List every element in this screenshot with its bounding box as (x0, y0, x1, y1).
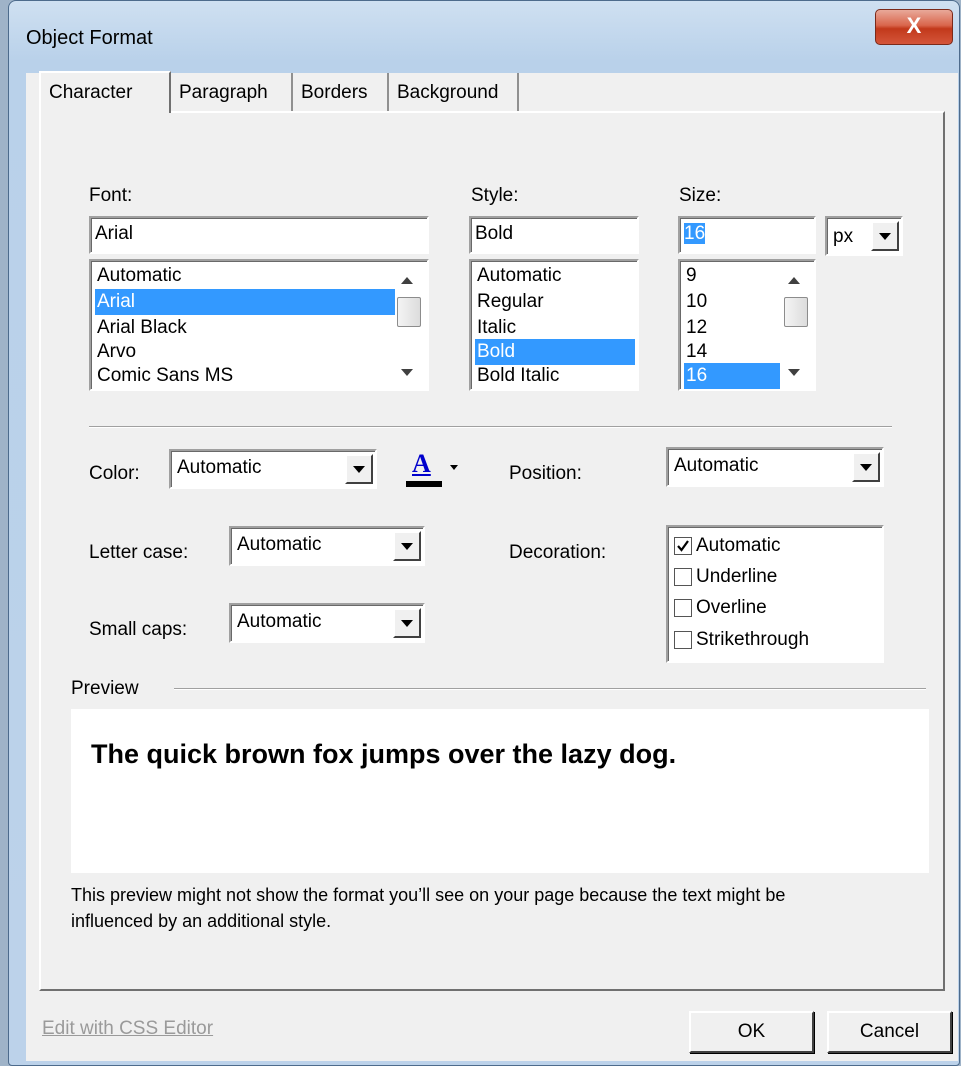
size-input-value: 16 (684, 223, 706, 244)
tab-character[interactable]: Character (39, 71, 171, 113)
position-select[interactable]: Automatic (666, 447, 884, 487)
size-unit-value: px (833, 226, 854, 247)
size-label: Size: (679, 185, 722, 206)
tab-borders[interactable]: Borders (293, 73, 389, 111)
preview-sample-text: The quick brown fox jumps over the lazy … (91, 739, 677, 769)
checkbox-unchecked[interactable] (674, 568, 692, 586)
title-bar[interactable]: Object Format X (9, 1, 959, 73)
style-option[interactable]: Regular (475, 289, 635, 315)
font-color-button[interactable]: A (396, 449, 464, 489)
small-caps-value: Automatic (237, 611, 322, 632)
window-title: Object Format (26, 27, 153, 49)
dialog-window: Object Format X Character Paragraph Bord… (8, 0, 960, 1066)
close-button[interactable]: X (875, 9, 953, 45)
scroll-thumb[interactable] (397, 297, 421, 327)
small-caps-label: Small caps: (89, 619, 188, 640)
ok-button[interactable]: OK (689, 1011, 814, 1053)
decoration-option-label: Underline (696, 566, 778, 587)
decoration-option-label: Overline (696, 597, 767, 618)
preview-divider (174, 688, 926, 690)
decoration-option-automatic[interactable]: Automatic (668, 531, 878, 561)
position-value: Automatic (674, 455, 759, 476)
decoration-option-underline[interactable]: Underline (668, 562, 878, 592)
size-option[interactable]: 10 (684, 289, 780, 315)
position-label: Position: (509, 463, 582, 484)
size-option[interactable]: 14 (684, 339, 780, 365)
font-listbox[interactable]: Automatic Arial Arial Black Arvo Comic S… (89, 259, 429, 391)
decoration-option-label: Strikethrough (696, 629, 810, 650)
style-option[interactable]: Italic (475, 315, 635, 341)
small-caps-select[interactable]: Automatic (229, 603, 425, 643)
color-label: Color: (89, 463, 140, 484)
font-option[interactable]: Comic Sans MS (95, 363, 395, 389)
style-option-selected[interactable]: Bold (475, 339, 635, 365)
close-icon: X (906, 13, 922, 38)
size-unit-select[interactable]: px (825, 216, 903, 256)
letter-case-label: Letter case: (89, 542, 189, 563)
chevron-down-icon (401, 543, 413, 550)
color-dropdown-button[interactable] (345, 454, 373, 484)
size-listbox[interactable]: 9 10 12 14 16 (678, 259, 816, 391)
style-label: Style: (471, 185, 519, 206)
decoration-option-overline[interactable]: Overline (668, 593, 878, 623)
checkbox-checked[interactable] (674, 537, 692, 555)
decoration-checklist[interactable]: Automatic Underline Overline Strikethrou… (666, 525, 884, 663)
section-divider (89, 426, 892, 428)
decoration-option-strikethrough[interactable]: Strikethrough (668, 625, 878, 655)
chevron-down-icon (860, 464, 872, 471)
decoration-label: Decoration: (509, 542, 607, 563)
decoration-option-label: Automatic (696, 535, 781, 556)
letter-case-dropdown-button[interactable] (393, 531, 421, 561)
size-option-selected[interactable]: 16 (684, 363, 780, 389)
size-option[interactable]: 12 (684, 315, 780, 341)
style-option[interactable]: Automatic (475, 263, 635, 289)
font-list-scrollbar[interactable] (393, 263, 425, 387)
dialog-client-area: Character Paragraph Borders Background F… (26, 71, 958, 1061)
size-list-scrollbar[interactable] (780, 263, 812, 387)
letter-case-select[interactable]: Automatic (229, 526, 425, 566)
tab-strip: Character Paragraph Borders Background (39, 71, 639, 113)
scroll-down-icon[interactable] (788, 369, 800, 376)
size-input[interactable]: 16 (678, 216, 816, 254)
checkbox-unchecked[interactable] (674, 599, 692, 617)
chevron-down-icon (401, 620, 413, 627)
size-unit-dropdown-button[interactable] (871, 221, 899, 251)
style-listbox[interactable]: Automatic Regular Italic Bold Bold Itali… (469, 259, 639, 391)
chevron-down-icon (879, 233, 891, 240)
chevron-down-icon (353, 466, 365, 473)
font-option[interactable]: Arial Black (95, 315, 395, 341)
scroll-up-icon[interactable] (788, 277, 800, 284)
check-icon (677, 540, 689, 552)
style-option[interactable]: Bold Italic (475, 363, 635, 389)
checkbox-unchecked[interactable] (674, 631, 692, 649)
preview-label: Preview (71, 678, 139, 699)
scroll-thumb[interactable] (784, 297, 808, 327)
small-caps-dropdown-button[interactable] (393, 608, 421, 638)
size-option[interactable]: 9 (684, 263, 780, 289)
font-option[interactable]: Arvo (95, 339, 395, 365)
preview-note-line1: This preview might not show the format y… (71, 885, 786, 905)
font-input[interactable]: Arial (89, 216, 429, 254)
font-color-icon: A (412, 449, 431, 478)
preview-note-line2: influenced by an additional style. (71, 911, 332, 931)
color-value: Automatic (177, 457, 262, 478)
font-option[interactable]: Automatic (95, 263, 395, 289)
preview-box: The quick brown fox jumps over the lazy … (71, 709, 929, 873)
cancel-button[interactable]: Cancel (827, 1011, 952, 1053)
tab-paragraph[interactable]: Paragraph (171, 73, 293, 111)
font-label: Font: (89, 185, 133, 206)
css-editor-link[interactable]: Edit with CSS Editor (42, 1018, 213, 1040)
font-option-selected[interactable]: Arial (95, 289, 395, 315)
style-input[interactable]: Bold (469, 216, 639, 254)
tab-background[interactable]: Background (389, 73, 519, 111)
scroll-up-icon[interactable] (401, 277, 413, 284)
color-select[interactable]: Automatic (169, 449, 377, 489)
scroll-down-icon[interactable] (401, 369, 413, 376)
position-dropdown-button[interactable] (852, 452, 880, 482)
chevron-down-icon (450, 465, 458, 470)
color-swatch-bar (406, 481, 442, 487)
letter-case-value: Automatic (237, 534, 322, 555)
